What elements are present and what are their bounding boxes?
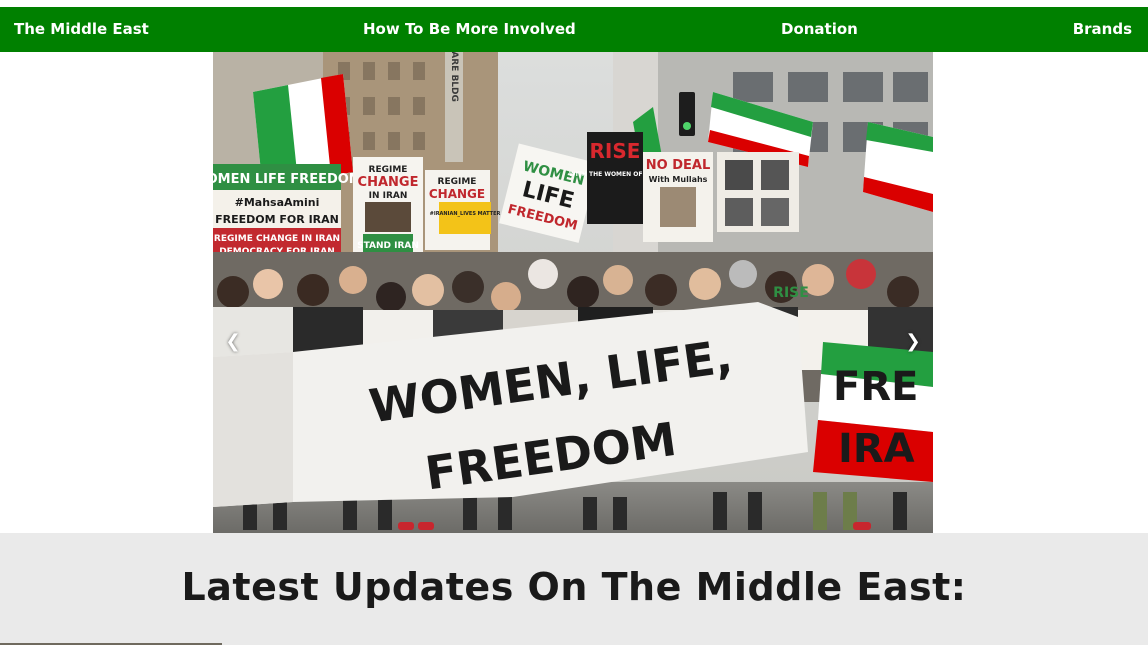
svg-text:CHANGE: CHANGE bbox=[358, 175, 419, 190]
sign-women-life-freedom: WOMEN LIFE FREEDOM #MahsaAmini FREEDOM F… bbox=[213, 164, 362, 259]
svg-text:WOMEN LIFE FREEDOM: WOMEN LIFE FREEDOM bbox=[213, 172, 362, 187]
svg-text:IN IRAN: IN IRAN bbox=[369, 191, 408, 201]
top-strip bbox=[0, 0, 1148, 7]
svg-text:REGIME: REGIME bbox=[438, 177, 477, 187]
protest-photo: SQUARE BLDG MEN LIFE FREEDOM #MahsaAmini… bbox=[213, 52, 933, 533]
svg-text:REGIME: REGIME bbox=[369, 165, 408, 175]
svg-text:#MahsaAmini: #MahsaAmini bbox=[235, 196, 320, 209]
ira-text: IRA bbox=[838, 426, 915, 472]
square-bldg-text: SQUARE BLDG bbox=[449, 52, 459, 102]
fre-text: FRE bbox=[833, 364, 918, 410]
svg-text:FREEDOM FOR IRAN: FREEDOM FOR IRAN bbox=[215, 213, 339, 226]
latest-updates-section: Latest Updates On The Middle East: bbox=[0, 533, 1148, 645]
sign-regime-change: REGIME CHANGE IN IRAN STAND IRAN bbox=[353, 157, 423, 257]
sign-no-deal: NO DEAL With Mullahs bbox=[643, 152, 713, 242]
nav-link-get-involved[interactable]: How To Be More Involved bbox=[363, 7, 576, 52]
sign-regime-change-2: REGIME CHANGE #IRANIAN_LIVES MATTER bbox=[425, 170, 500, 250]
latest-updates-heading: Latest Updates On The Middle East: bbox=[181, 565, 967, 609]
sign-photo-board bbox=[717, 152, 799, 232]
svg-text:REGIME CHANGE IN IRAN: REGIME CHANGE IN IRAN bbox=[214, 234, 340, 244]
rise-shirt-text: RISE bbox=[773, 285, 809, 301]
slideshow-next-button[interactable]: ❯ bbox=[901, 322, 925, 362]
svg-text:RISE: RISE bbox=[590, 139, 641, 163]
svg-text:NO DEAL: NO DEAL bbox=[646, 158, 710, 173]
nav-link-donation[interactable]: Donation bbox=[781, 7, 858, 52]
svg-text:STAND IRAN: STAND IRAN bbox=[357, 241, 419, 251]
hero-slideshow: SQUARE BLDG MEN LIFE FREEDOM #MahsaAmini… bbox=[213, 52, 933, 533]
flag-banner-right: FRE IRA bbox=[813, 342, 933, 482]
svg-text:With Mullahs: With Mullahs bbox=[649, 175, 708, 184]
main-navbar: The Middle East How To Be More Involved … bbox=[0, 7, 1148, 52]
slideshow-prev-button[interactable]: ❮ bbox=[221, 322, 245, 362]
nav-link-brands[interactable]: Brands bbox=[1073, 7, 1132, 52]
svg-text:#IRANIAN_LIVES MATTER: #IRANIAN_LIVES MATTER bbox=[430, 211, 501, 217]
nav-link-middle-east[interactable]: The Middle East bbox=[14, 7, 149, 52]
svg-text:CHANGE: CHANGE bbox=[429, 187, 485, 201]
